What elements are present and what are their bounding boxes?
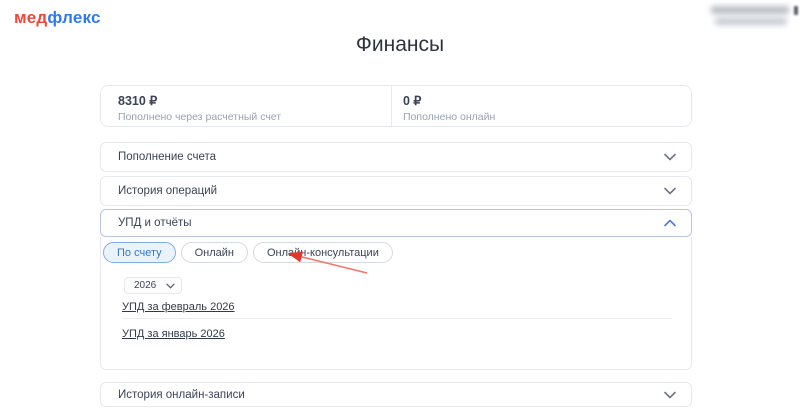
accordion-upd-reports-label: УПД и отчёты xyxy=(118,217,664,229)
redacted-line-2 xyxy=(715,18,787,25)
redacted-text-mark xyxy=(794,6,798,15)
accordion-online-booking-history[interactable]: История онлайн-записи xyxy=(100,382,692,407)
accordion-operations-history[interactable]: История операций xyxy=(100,176,692,206)
year-select-value: 2026 xyxy=(134,280,166,291)
medflex-logo[interactable]: медфлекс xyxy=(14,8,101,28)
upd-link-january[interactable]: УПД за январь 2026 xyxy=(122,328,225,340)
balance-account-amount: 8310 ₽ xyxy=(118,93,391,108)
balance-online-label: Пополнено онлайн xyxy=(403,111,691,123)
chevron-down-icon xyxy=(664,391,676,399)
chevron-down-icon xyxy=(664,187,676,195)
accordion-online-booking-history-label: История онлайн-записи xyxy=(118,389,664,401)
doc-divider xyxy=(122,318,672,319)
accordion-upd-reports[interactable]: УПД и отчёты xyxy=(100,209,692,237)
accordion-operations-history-label: История операций xyxy=(118,185,664,197)
tab-online-consultations[interactable]: Онлайн-консультации xyxy=(253,242,393,263)
finance-page: медфлекс Финансы 8310 ₽ Пополнено через … xyxy=(0,0,800,409)
upd-link-february[interactable]: УПД за февраль 2026 xyxy=(122,301,235,313)
chevron-down-icon xyxy=(664,153,676,161)
accordion-topup-label: Пополнение счета xyxy=(118,151,664,163)
page-title: Финансы xyxy=(0,33,800,57)
user-info-redacted xyxy=(709,5,791,30)
tab-by-account[interactable]: По счету xyxy=(103,242,176,263)
balance-account: 8310 ₽ Пополнено через расчетный счет xyxy=(101,86,391,126)
balance-online-amount: 0 ₽ xyxy=(403,93,691,108)
logo-part-med: мед xyxy=(14,8,47,27)
logo-part-flex: флекс xyxy=(47,8,100,27)
accordion-topup[interactable]: Пополнение счета xyxy=(100,142,692,172)
upd-filter-tabs: По счету Онлайн Онлайн-консультации xyxy=(103,242,393,263)
tab-online[interactable]: Онлайн xyxy=(181,242,248,263)
chevron-up-icon xyxy=(664,219,676,227)
year-select[interactable]: 2026 xyxy=(124,277,182,294)
redacted-line-1 xyxy=(711,6,789,14)
balance-online: 0 ₽ Пополнено онлайн xyxy=(392,86,691,126)
balance-account-label: Пополнено через расчетный счет xyxy=(118,111,391,123)
chevron-down-icon xyxy=(166,283,175,289)
balance-card: 8310 ₽ Пополнено через расчетный счет 0 … xyxy=(100,85,692,127)
